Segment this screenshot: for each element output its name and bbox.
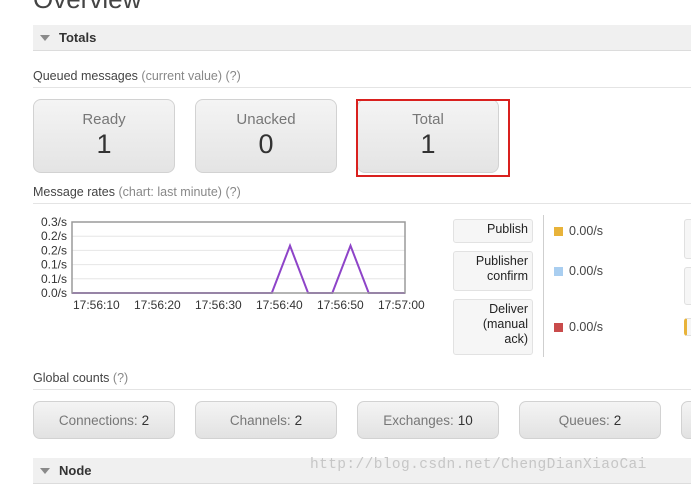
clipped-count-button xyxy=(681,401,691,439)
chart-y-tick-label: 0.1/s xyxy=(41,272,67,286)
rate-deliver-value: 0.00/s xyxy=(569,320,604,334)
chart-x-tick-label: 17:56:50 xyxy=(317,298,364,312)
rate-publish-value: 0.00/s xyxy=(569,224,604,238)
total-highlight-frame xyxy=(356,99,510,177)
watermark-text: http://blog.csdn.net/ChengDianXiaoCai xyxy=(310,457,647,473)
chart-y-tick-label: 0.1/s xyxy=(41,258,67,272)
node-header-label: Node xyxy=(59,463,92,478)
queued-label-text: Queued messages xyxy=(33,69,138,83)
totals-header-label: Totals xyxy=(59,30,97,45)
stat-ready[interactable]: Ready 1 xyxy=(33,99,175,173)
queued-help-link[interactable]: (?) xyxy=(226,69,241,83)
swatch-publisher-confirm xyxy=(554,266,563,276)
clipped-legend-box xyxy=(684,267,691,305)
chart-x-tick-label: 17:56:30 xyxy=(195,298,242,312)
chart-x-tick-label: 17:56:40 xyxy=(256,298,303,312)
chart-x-tick-label: 17:56:10 xyxy=(73,298,120,312)
queues-label: Queues: xyxy=(558,412,610,428)
legend-publisher-confirm-label: Publisher confirm xyxy=(475,254,528,283)
rates-label-text: Message rates xyxy=(33,185,115,199)
divider xyxy=(33,87,691,88)
totals-section-header[interactable]: Totals xyxy=(33,25,691,51)
global-counts-text: Global counts xyxy=(33,371,110,385)
channels-value: 2 xyxy=(294,412,303,428)
chart-x-tick-label: 17:56:20 xyxy=(134,298,181,312)
stat-ready-label: Ready xyxy=(82,111,126,128)
connections-label: Connections: xyxy=(58,412,138,428)
legend-publisher-confirm[interactable]: Publisher confirm xyxy=(453,251,533,291)
legend-publish-label: Publish xyxy=(487,222,528,236)
channels-count-button[interactable]: Channels: 2 xyxy=(195,401,337,439)
global-counts-help-link[interactable]: (?) xyxy=(113,371,128,385)
rate-publisher-confirm: 0.00/s xyxy=(554,264,603,278)
rate-publisher-confirm-value: 0.00/s xyxy=(569,264,604,278)
connections-value: 2 xyxy=(141,412,150,428)
exchanges-value: 10 xyxy=(457,412,473,428)
chart-y-tick-label: 0.0/s xyxy=(41,286,67,300)
rate-publish: 0.00/s xyxy=(554,224,603,238)
chart-y-tick-label: 0.2/s xyxy=(41,243,67,257)
rate-deliver: 0.00/s xyxy=(554,320,603,334)
stat-ready-value: 1 xyxy=(96,129,112,159)
chart-series-line xyxy=(72,242,405,294)
collapse-triangle-icon xyxy=(40,467,50,474)
rates-hint: (chart: last minute) xyxy=(118,185,222,199)
queued-messages-label: Queued messages (current value) (?) xyxy=(33,69,241,83)
swatch-deliver xyxy=(554,322,563,332)
stat-unacked-value: 0 xyxy=(258,129,274,159)
collapse-triangle-icon xyxy=(40,34,50,41)
queues-value: 2 xyxy=(613,412,622,428)
divider xyxy=(33,389,691,390)
connections-count-button[interactable]: Connections: 2 xyxy=(33,401,175,439)
divider xyxy=(33,203,691,204)
message-rates-label: Message rates (chart: last minute) (?) xyxy=(33,185,241,199)
clipped-legend-box xyxy=(684,318,691,336)
clipped-legend-box xyxy=(684,219,691,259)
exchanges-count-button[interactable]: Exchanges: 10 xyxy=(357,401,499,439)
legend-publish[interactable]: Publish xyxy=(453,219,533,243)
message-rate-chart: 0.0/s0.1/s0.1/s0.2/s0.2/s0.3/s17:56:10 17… xyxy=(41,215,425,312)
chart-x-tick-label: 17:57:00 xyxy=(378,298,425,312)
exchanges-label: Exchanges: xyxy=(383,412,454,428)
channels-label: Channels: xyxy=(229,412,291,428)
legend-deliver-label: Deliver (manual ack) xyxy=(482,302,528,346)
rates-help-link[interactable]: (?) xyxy=(225,185,240,199)
chart-y-tick-label: 0.3/s xyxy=(41,215,67,229)
swatch-publish xyxy=(554,226,563,236)
legend-separator xyxy=(543,215,544,357)
chart-y-tick-label: 0.2/s xyxy=(41,229,67,243)
queued-hint: (current value) xyxy=(141,69,223,83)
stat-unacked-label: Unacked xyxy=(236,111,296,128)
global-counts-label: Global counts (?) xyxy=(33,371,128,385)
queues-count-button[interactable]: Queues: 2 xyxy=(519,401,661,439)
stat-unacked[interactable]: Unacked 0 xyxy=(195,99,337,173)
legend-deliver-manual-ack[interactable]: Deliver (manual ack) xyxy=(453,299,533,355)
page-title: Overview xyxy=(33,0,141,15)
